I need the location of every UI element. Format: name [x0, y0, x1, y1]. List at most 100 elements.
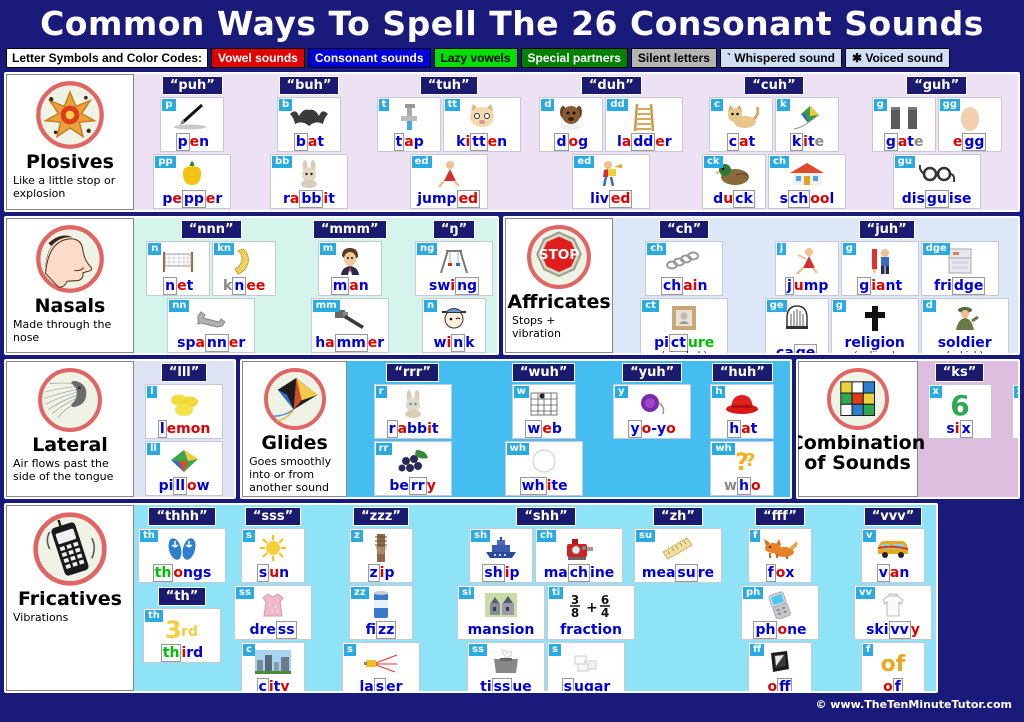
word-tile[interactable]: ff o ff — [748, 642, 812, 691]
word-tile[interactable]: pp pe pp er — [153, 154, 232, 209]
sound-group-glides-3: “huh” h h at wh ?? who — [695, 361, 789, 497]
word-label: pe pp er — [162, 190, 223, 208]
word-tile[interactable]: n wi n k — [422, 298, 487, 353]
word-tile[interactable]: ss ti ss ue — [467, 642, 545, 691]
sound-tag: “nnn” — [180, 220, 242, 239]
word-tile[interactable]: ed missed — [410, 211, 488, 212]
word-tile[interactable]: u queen (cuh+wuh+e—+nnn) — [505, 498, 583, 499]
word-tile[interactable]: ch ch ain — [645, 241, 724, 296]
word-tile[interactable]: m m an — [317, 241, 382, 296]
word-tile[interactable]: ch ma ch ine — [535, 528, 623, 583]
svg-text:?: ? — [745, 450, 755, 471]
word-tile[interactable]: si mansion — [457, 585, 545, 640]
grapheme-chip: ck — [703, 156, 723, 168]
word-tile[interactable]: l l emon — [145, 384, 224, 439]
category-description: Made through the nose — [13, 318, 112, 344]
word-tile[interactable]: c c ity — [241, 642, 305, 691]
word-tile[interactable]: j j ump — [774, 241, 839, 296]
word-tile[interactable]: dge fri dge — [920, 241, 999, 296]
word-tile[interactable]: d soldier (sol-juh) — [920, 298, 1009, 353]
word-tile[interactable]: ct picture (pic-chuh) — [640, 298, 729, 353]
word-tile[interactable]: d d og — [539, 97, 604, 152]
sound-group-fricatives-0: “thhh” th th ongs — [138, 507, 226, 583]
word-tile[interactable]: s la s er — [342, 642, 420, 691]
word-tile[interactable]: n n et — [146, 241, 211, 296]
word-tile[interactable]: ss dre ss — [234, 585, 312, 640]
word-tile[interactable]: th 3rd th ird — [143, 608, 221, 663]
word-tile[interactable]: su mea su re — [634, 528, 722, 583]
word-tile[interactable]: ph ph one — [741, 585, 819, 640]
sound-group-plosives-5: “guh” g g ate gg e gg gu dis gu ise — [855, 74, 1018, 210]
word-tile[interactable]: ed jump ed — [409, 154, 488, 209]
grapheme-chip: ff — [750, 644, 765, 656]
word-tile[interactable]: f f ox — [748, 528, 812, 583]
word-tile[interactable]: wr write — [374, 498, 452, 499]
word-tile[interactable]: nn spa nn er — [167, 298, 256, 353]
pronunciation-hint: (re-lij-on) — [854, 351, 895, 353]
word-label: ph one — [753, 621, 807, 639]
word-tile[interactable]: q quoits — [735, 211, 813, 212]
grapheme-chip: s — [549, 644, 561, 656]
word-tile[interactable]: s s un — [241, 528, 305, 583]
legend-chip-voiced-sound: ✱ Voiced sound — [844, 48, 951, 68]
word-tile[interactable]: gg e gg — [937, 97, 1002, 152]
grapheme-chip: n — [424, 300, 438, 312]
sound-tag: “thhh” — [148, 507, 216, 526]
word-tile[interactable]: mm ha mm er — [310, 298, 389, 353]
word-tile[interactable]: rr be rr y — [373, 441, 452, 496]
word-tile[interactable]: ck du ck — [701, 154, 766, 209]
sound-tag: “ch” — [659, 220, 710, 239]
word-tile[interactable]: p p en — [160, 97, 225, 152]
word-tiles: v v an vv ski vv y f of of — [853, 528, 933, 691]
grapheme-chip: s — [243, 530, 255, 542]
word-tile[interactable]: zz fi zz — [349, 585, 413, 640]
word-tile[interactable]: x 6 si x — [927, 384, 992, 439]
word-tile[interactable]: bb ra bb it — [269, 154, 348, 209]
sound-group-plosives-3: “duh” d d og dd la dd er ed liv ed — [530, 74, 693, 210]
word-tile[interactable]: ti 3 8 +6 4 fraction — [547, 585, 635, 640]
word-tile[interactable]: c c at — [708, 97, 773, 152]
word-tile[interactable]: s s ugar — [547, 642, 625, 691]
word-tile[interactable]: wh wh ite — [504, 441, 583, 496]
sound-group-fricatives-6: “fff” f fox ph phone ff off gh — [710, 505, 850, 691]
word-tile[interactable]: y y o-yo — [613, 384, 692, 439]
word-tile[interactable]: ed liv ed — [572, 154, 651, 209]
word-tile[interactable]: ng swi ng — [415, 241, 494, 296]
word-tile[interactable]: g religion (re-lij-on) — [830, 298, 919, 353]
word-tile[interactable]: dd la dd er — [605, 97, 684, 152]
word-tile[interactable]: x exam — [1011, 384, 1018, 439]
word-tile[interactable]: ch s ch ool — [767, 154, 846, 209]
word-tile[interactable]: h h at — [710, 384, 775, 439]
word-tile[interactable]: b b at — [276, 97, 341, 152]
word-label: dre ss — [249, 621, 297, 639]
word-tile[interactable]: gh ghost — [898, 211, 976, 212]
word-tile[interactable]: k k ite — [774, 97, 839, 152]
word-tile[interactable]: t t ap — [376, 97, 441, 152]
word-tile[interactable]: wh ?? who — [710, 441, 775, 496]
category-card-nasals: Nasals Made through the nose — [6, 218, 134, 353]
word-tiles: n net kn knee nn spanner gn STOP — [138, 241, 284, 353]
word-tile[interactable]: g g ate — [871, 97, 936, 152]
grapheme-chip: w — [513, 386, 529, 398]
grapheme-chip: ss — [236, 587, 254, 599]
sound-tag: “zh” — [653, 507, 703, 526]
word-tile[interactable]: th th ongs — [138, 528, 226, 583]
word-label: k ite — [789, 133, 825, 151]
word-tile[interactable]: vv ski vv y — [854, 585, 932, 640]
word-tile[interactable]: sh sh ip — [469, 528, 533, 583]
word-tile[interactable]: ge ca ge — [764, 298, 829, 353]
word-tile[interactable]: tt ki tt en — [442, 97, 521, 152]
word-tile[interactable]: v v an — [861, 528, 925, 583]
word-tile[interactable]: g g iant — [840, 241, 919, 296]
word-tile[interactable]: f of of — [861, 642, 925, 691]
word-label: v an — [876, 564, 910, 582]
grapheme-chip: gg — [939, 99, 960, 111]
word-tile[interactable]: kn k n ee — [212, 241, 277, 296]
word-tile[interactable]: r r abbit — [373, 384, 452, 439]
word-label: th ird — [160, 644, 204, 662]
word-tile[interactable]: ll pi ll ow — [145, 441, 224, 496]
word-tile[interactable]: gu dis gu ise — [892, 154, 981, 209]
word-tile[interactable]: w w eb — [511, 384, 576, 439]
word-tile[interactable]: z z ip — [349, 528, 413, 583]
grapheme-chip: t — [378, 99, 390, 111]
